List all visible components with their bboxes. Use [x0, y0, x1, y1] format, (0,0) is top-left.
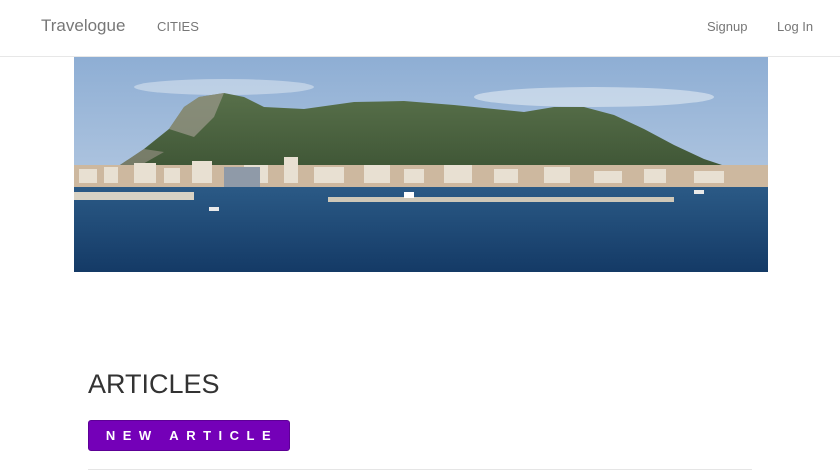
articles-title: ARTICLES: [88, 369, 220, 399]
nav-cities-link[interactable]: CITIES: [157, 19, 199, 34]
brand-link[interactable]: Travelogue: [41, 16, 125, 36]
divider: [88, 469, 752, 470]
hero-image: [74, 57, 768, 272]
nav-signup-link[interactable]: Signup: [707, 19, 747, 34]
nav-login-link[interactable]: Log In: [777, 19, 813, 34]
navbar: Travelogue CITIES Signup Log In: [0, 0, 840, 57]
hero-landscape: [74, 57, 768, 272]
new-article-button[interactable]: NEW ARTICLE: [88, 420, 290, 451]
